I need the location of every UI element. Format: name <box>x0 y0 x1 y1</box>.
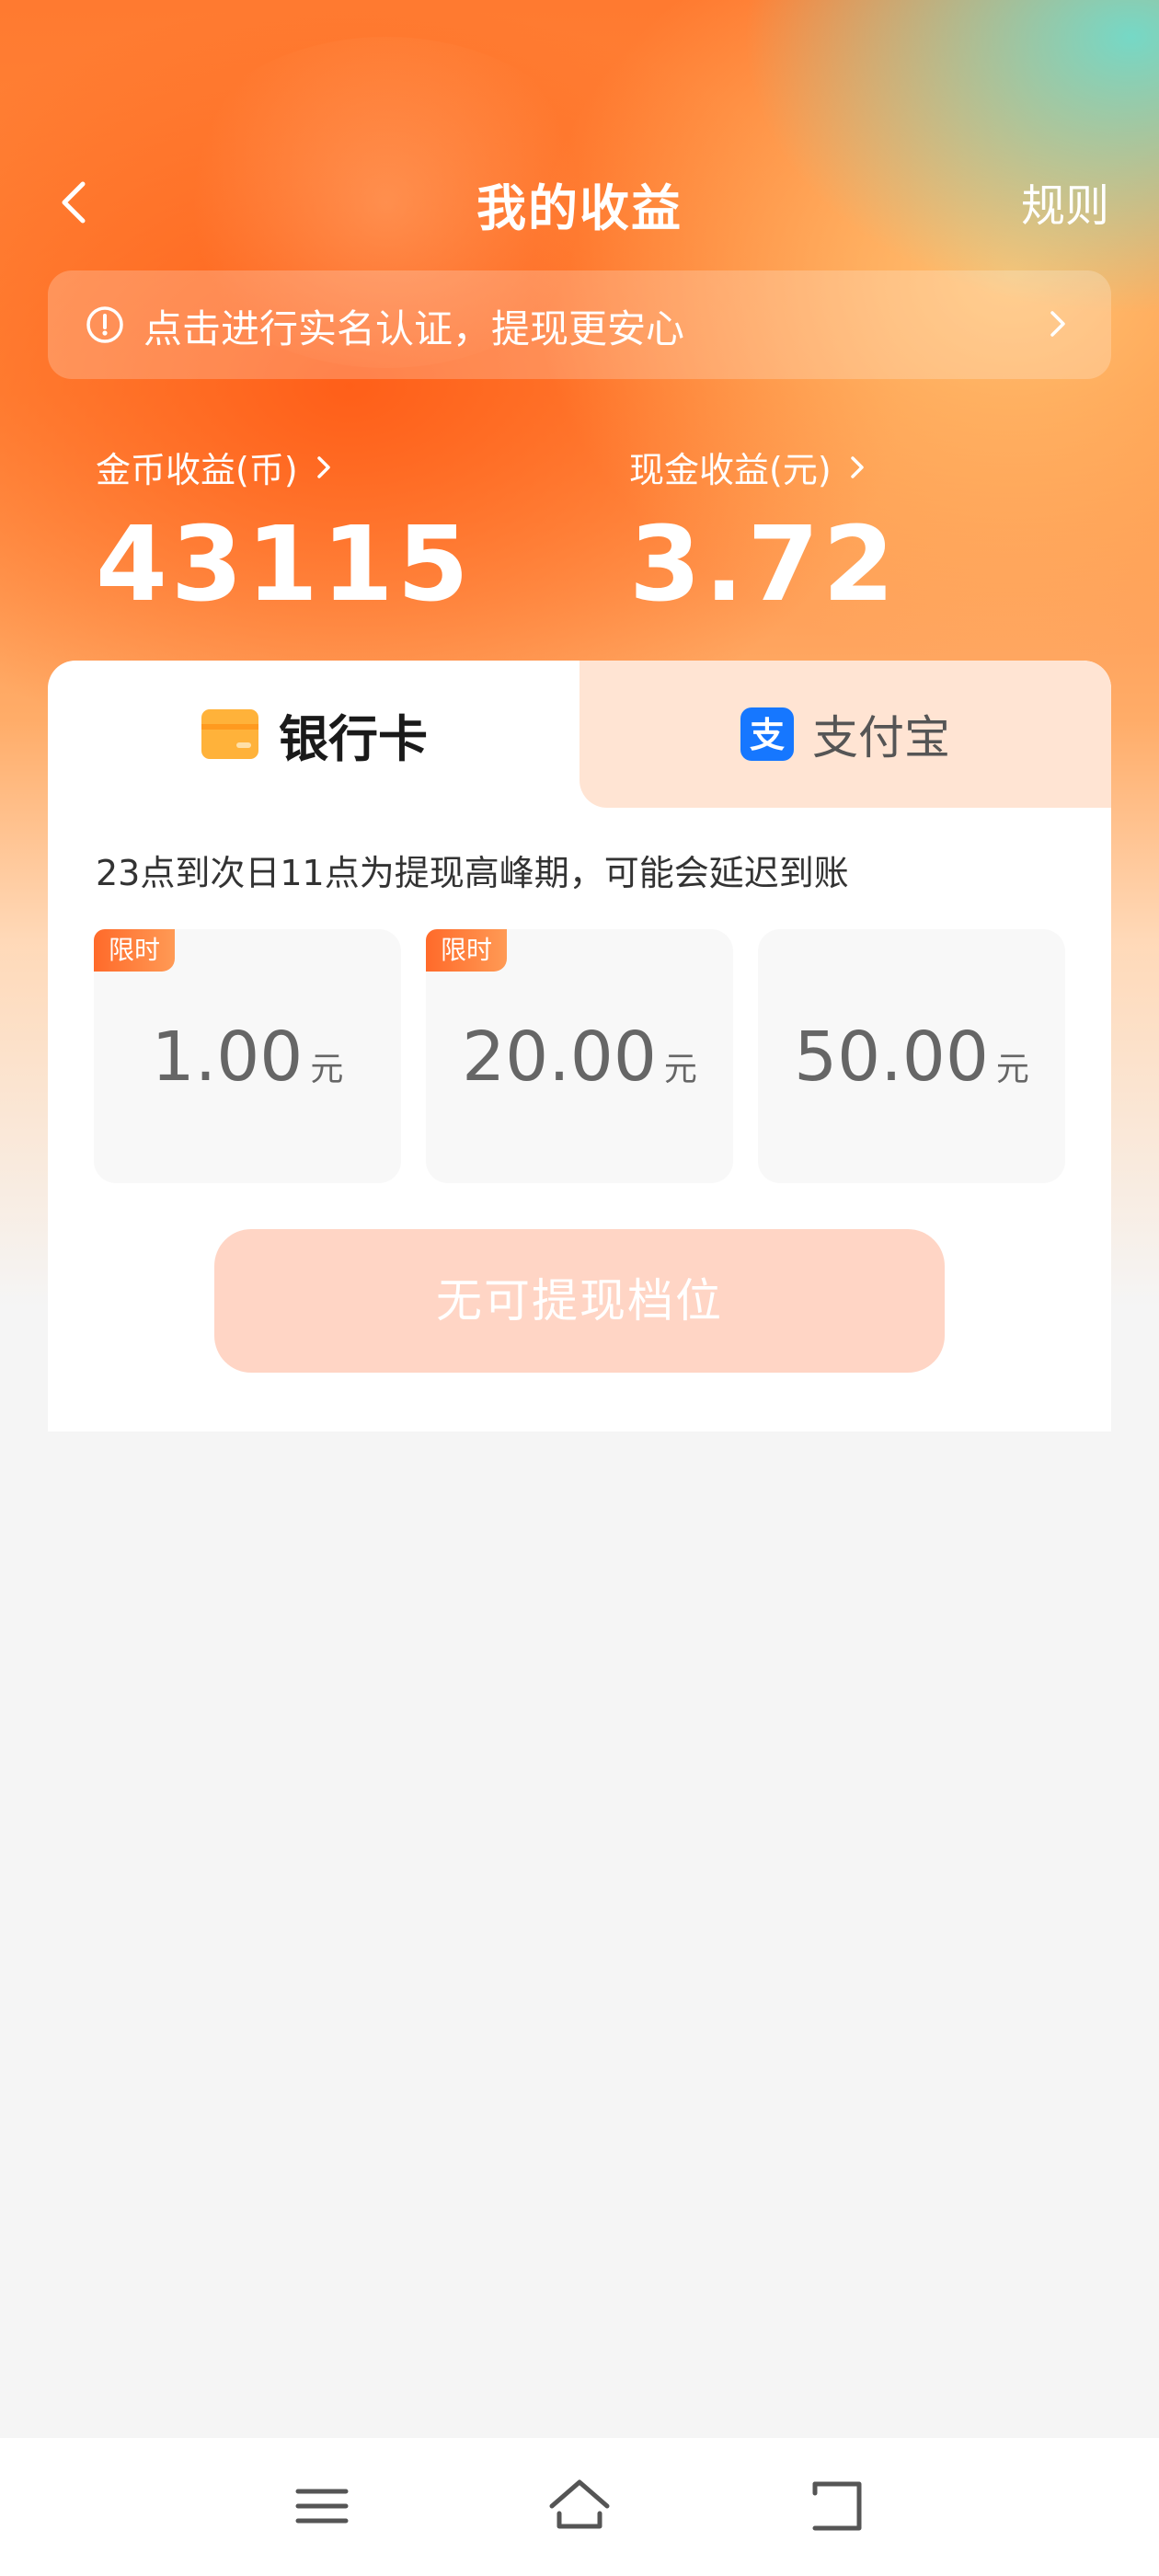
option-amount-unit: 元 <box>663 1051 697 1088</box>
tab-alipay[interactable]: 支 支付宝 <box>580 661 1111 808</box>
withdraw-card: 银行卡 支 支付宝 23点到次日11点为提现高峰期，可能会延迟到账 限时 1.0… <box>48 661 1111 1432</box>
withdraw-option-1[interactable]: 限时 1.00 元 <box>94 929 401 1183</box>
option-amount-value: 1.00 <box>151 1018 304 1097</box>
coin-earnings[interactable]: 金币收益(币) 43115 <box>96 442 473 625</box>
verification-notice[interactable]: 点击进行实名认证，提现更安心 <box>48 270 1111 379</box>
withdraw-option-2[interactable]: 限时 20.00 元 <box>426 929 733 1183</box>
alipay-icon: 支 <box>740 707 794 761</box>
cash-earnings[interactable]: 现金收益(元) 3.72 <box>629 442 898 625</box>
home-button[interactable] <box>546 2473 613 2539</box>
system-navigation-bar <box>0 2438 1159 2576</box>
option-amount-value: 50.00 <box>794 1018 989 1097</box>
option-amount-unit: 元 <box>995 1051 1029 1088</box>
tab-bank-card[interactable]: 银行卡 <box>48 661 580 808</box>
option-amount-unit: 元 <box>310 1051 344 1088</box>
back-arrow-icon <box>812 2481 862 2531</box>
chevron-right-icon <box>316 455 330 478</box>
tab-bank-card-label: 银行卡 <box>279 709 428 768</box>
option-amount-value: 20.00 <box>462 1018 657 1097</box>
coin-earnings-value: 43115 <box>96 505 473 625</box>
top-bar: 我的收益 规则 <box>0 156 1159 248</box>
withdraw-button[interactable]: 无可提现档位 <box>214 1229 945 1373</box>
rules-link[interactable]: 规则 <box>1021 169 1109 234</box>
svg-text:支: 支 <box>750 715 785 755</box>
withdraw-options: 限时 1.00 元 限时 20.00 元 50.00 元 <box>94 929 1065 1183</box>
limited-time-badge: 限时 <box>94 929 176 972</box>
tab-alipay-label: 支付宝 <box>812 711 950 765</box>
option-amount: 50.00 元 <box>758 1018 1065 1097</box>
withdraw-option-3[interactable]: 50.00 元 <box>758 929 1065 1183</box>
bank-card-icon <box>201 709 258 759</box>
page-title: 我的收益 <box>476 179 683 237</box>
option-amount: 1.00 元 <box>94 1018 401 1097</box>
coin-earnings-label: 金币收益(币) <box>96 450 298 490</box>
menu-button[interactable] <box>289 2473 355 2539</box>
option-amount: 20.00 元 <box>426 1018 733 1097</box>
notice-text: 点击进行实名认证，提现更安心 <box>143 306 685 351</box>
limited-time-badge: 限时 <box>426 929 508 972</box>
home-icon <box>549 2479 610 2529</box>
chevron-right-icon <box>1050 311 1065 337</box>
menu-icon <box>295 2489 349 2524</box>
back-nav-button[interactable] <box>804 2473 870 2539</box>
cash-earnings-label: 现金收益(元) <box>629 450 832 490</box>
cash-earnings-value: 3.72 <box>629 505 899 625</box>
peak-time-tip: 23点到次日11点为提现高峰期，可能会延迟到账 <box>96 853 849 893</box>
payment-method-tabs: 银行卡 支 支付宝 <box>48 661 1111 808</box>
exclamation-circle-icon <box>86 306 123 343</box>
chevron-right-icon <box>850 455 864 478</box>
